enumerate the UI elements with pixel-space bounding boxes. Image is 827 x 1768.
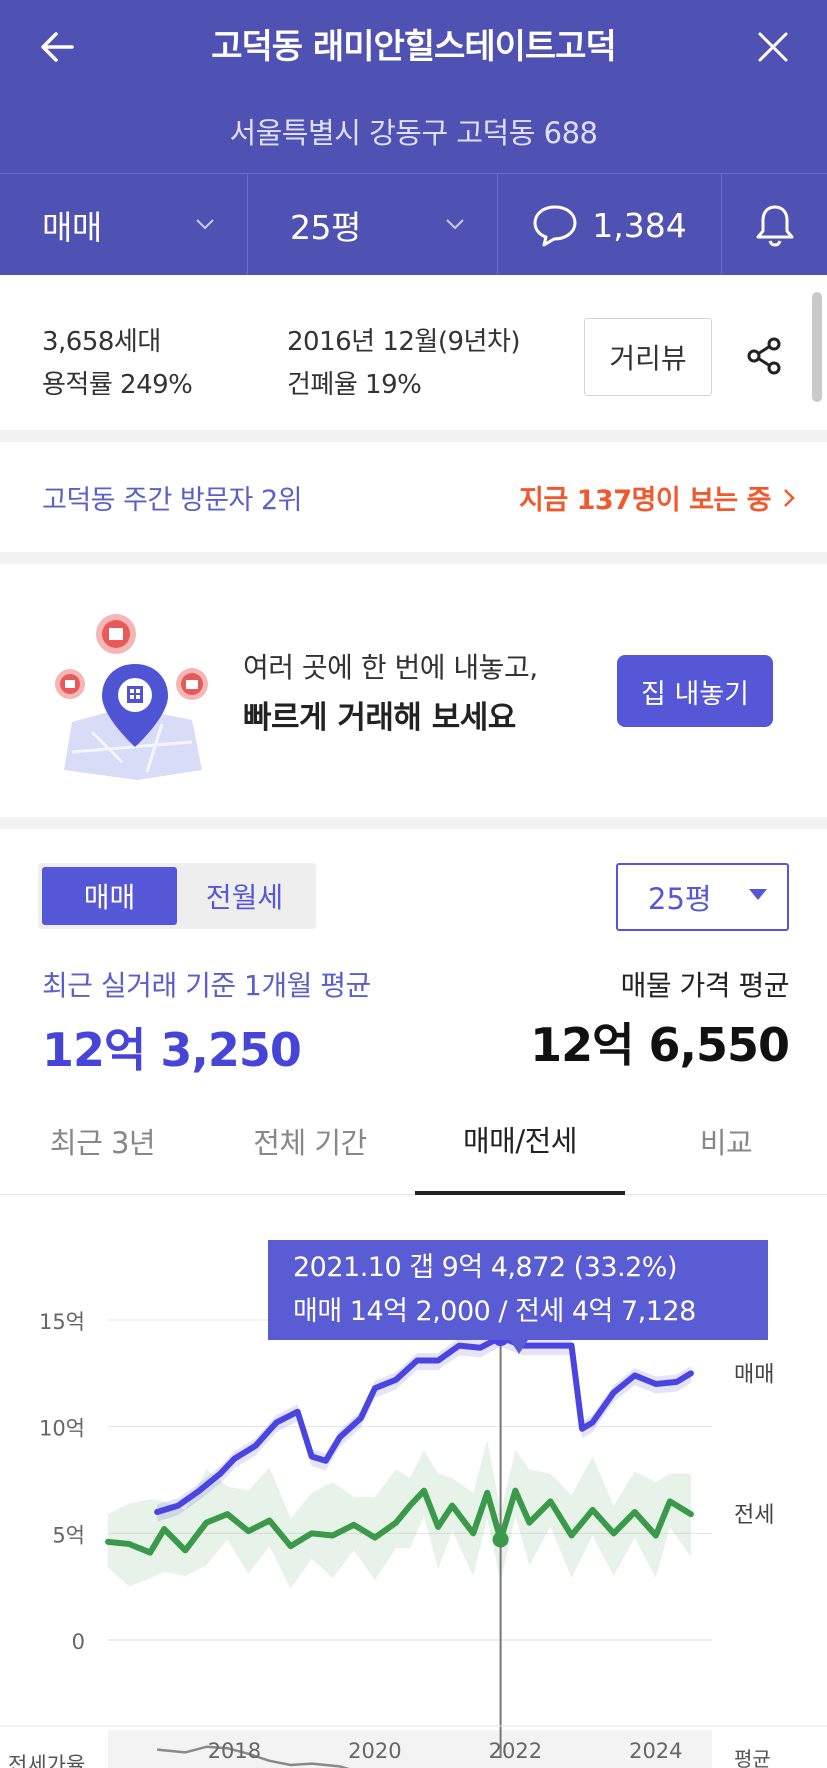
tooltip-line-1: 2021.10 갭 9억 4,872 (33.2%)	[293, 1252, 677, 1283]
listing-avg-value: 12억 6,550	[530, 1018, 790, 1072]
now-viewing-text: 지금 137명이 보는 중	[519, 485, 771, 516]
y-tick-label: 5억	[52, 1523, 85, 1547]
built-year: 2016년 12월(9년차)	[287, 327, 521, 357]
y-tick-label: 10억	[39, 1417, 85, 1441]
period-tabs: 최근 3년 전체 기간 매매/전세 비교	[0, 1087, 827, 1195]
ratio-axis-label: 전세가율	[8, 1753, 85, 1768]
chat-bubble-icon	[533, 205, 577, 247]
segment-rent[interactable]: 전월세	[177, 867, 312, 925]
x-tick-label: 2022	[489, 1739, 542, 1763]
chart-tooltip: 2021.10 갭 9억 4,872 (33.2%) 매매 14억 2,000 …	[268, 1240, 768, 1354]
tab-recent-3y[interactable]: 최근 3년	[0, 1087, 205, 1195]
listing-promo-banner: 여러 곳에 한 번에 내놓고, 빠르게 거래해 보세요 집 내놓기	[0, 564, 827, 817]
sale-series-label: 매매	[734, 1362, 774, 1387]
address-text: 서울특별시 강동구 고덕동 688	[229, 116, 599, 150]
tooltip-line-2: 매매 14억 2,000 / 전세 4억 7,128	[293, 1296, 696, 1327]
list-house-button[interactable]: 집 내놓기	[617, 655, 773, 727]
promo-line-1: 여러 곳에 한 번에 내놓고,	[243, 651, 538, 684]
listing-avg-label: 매물 가격 평균	[620, 969, 790, 1002]
size-select[interactable]: 25평	[248, 174, 498, 276]
comments-button[interactable]: 1,384	[498, 174, 722, 276]
price-size-label: 25평	[648, 882, 712, 916]
x-tick-label: 2018	[208, 1739, 261, 1763]
ratio-average-label: 평균	[734, 1747, 771, 1768]
back-arrow-icon[interactable]	[34, 22, 84, 72]
chevron-right-icon	[784, 488, 795, 507]
trade-type-select[interactable]: 매매	[0, 174, 248, 276]
x-tick-label: 2024	[629, 1739, 682, 1763]
price-section: 매매 전월세 25평 최근 실거래 기준 1개월 평균 12억 3,250 매물…	[0, 829, 827, 1768]
section-divider	[0, 817, 827, 829]
size-label: 25평	[290, 208, 361, 247]
comment-count: 1,384	[592, 205, 687, 245]
tab-compare[interactable]: 비교	[625, 1087, 827, 1195]
tab-all-period[interactable]: 전체 기간	[205, 1087, 415, 1195]
x-tick-label: 2020	[348, 1739, 401, 1763]
households: 3,658세대	[42, 327, 161, 357]
section-divider	[0, 430, 827, 442]
trade-type-label: 매매	[42, 208, 102, 247]
tab-sale-jeonse[interactable]: 매매/전세	[415, 1087, 625, 1195]
chevron-down-icon	[196, 219, 214, 230]
section-divider	[0, 552, 827, 564]
visitor-banner: 고덕동 주간 방문자 2위 지금 137명이 보는 중	[0, 442, 827, 552]
price-size-select[interactable]: 25평	[616, 863, 789, 931]
page-title: 고덕동 래미안힐스테이트고덕	[211, 27, 616, 67]
coverage-ratio: 건폐율 19%	[287, 370, 422, 400]
notification-button[interactable]	[722, 174, 827, 276]
segment-sale[interactable]: 매매	[42, 867, 177, 925]
scrollbar[interactable]	[812, 292, 822, 402]
close-icon[interactable]	[748, 22, 798, 72]
chevron-down-icon	[446, 219, 464, 230]
promo-line-2: 빠르게 거래해 보세요	[243, 700, 516, 736]
distance-view-button[interactable]: 거리뷰	[584, 318, 712, 396]
jeonse-series-label: 전세	[734, 1503, 774, 1528]
now-viewing-link[interactable]: 지금 137명이 보는 중	[519, 478, 797, 517]
caret-down-icon	[749, 889, 767, 900]
recent-deal-label: 최근 실거래 기준 1개월 평균	[42, 969, 371, 1002]
y-tick-label: 15억	[39, 1310, 85, 1334]
y-tick-label: 0	[72, 1630, 85, 1654]
map-pin-illustration-icon	[55, 614, 208, 780]
floor-area-ratio: 용적률 249%	[42, 370, 193, 400]
price-chart-area: 15억10억5억0매매전세전세가율평균50%2018202020222024 2…	[0, 1196, 827, 1768]
jeonse-highlight-point	[492, 1531, 509, 1548]
weekly-visitor-rank: 고덕동 주간 방문자 2위	[42, 485, 303, 516]
share-icon[interactable]	[744, 335, 786, 377]
complex-info: 3,658세대 용적률 249% 2016년 12월(9년차) 건폐율 19% …	[0, 275, 827, 430]
trade-segment-control: 매매 전월세	[38, 863, 316, 929]
recent-deal-value: 12억 3,250	[42, 1023, 302, 1077]
bell-icon	[756, 205, 793, 247]
app-header: 고덕동 래미안힐스테이트고덕 서울특별시 강동구 고덕동 688 매매 25평 …	[0, 0, 827, 276]
header-filter-bar: 매매 25평 1,384	[0, 173, 827, 276]
